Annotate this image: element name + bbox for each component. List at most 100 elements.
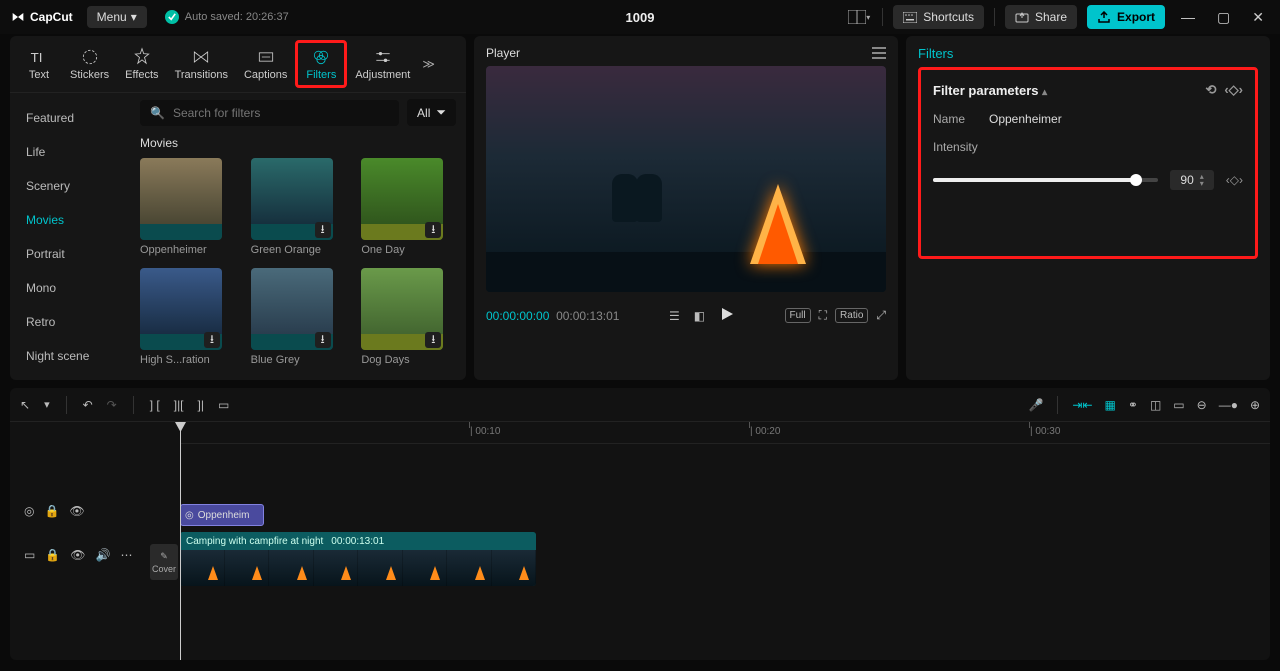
zoom-in-icon[interactable]: ⊕	[1250, 398, 1260, 412]
cat-scenery[interactable]: Scenery	[10, 169, 130, 203]
chevron-down-icon: ▾	[131, 10, 137, 24]
shortcuts-button[interactable]: Shortcuts	[893, 5, 984, 29]
keyframe-nav[interactable]: ‹◇›	[1226, 173, 1243, 187]
search-icon: 🔍	[150, 106, 165, 120]
filter-card[interactable]: ⭳High S...ration	[140, 268, 235, 366]
stepper-icon[interactable]: ▴▾	[1200, 173, 1204, 187]
mute-icon[interactable]: 🔊	[96, 548, 111, 562]
layout-icon[interactable]: ▾	[846, 6, 872, 28]
eye-icon[interactable]: 👁	[70, 548, 85, 562]
compare-icon[interactable]: ◧	[694, 309, 705, 323]
player-title: Player	[486, 46, 520, 60]
tab-filters[interactable]: Filters	[295, 40, 347, 88]
keyframe-nav[interactable]: ‹◇›	[1224, 82, 1243, 98]
cat-portrait[interactable]: Portrait	[10, 237, 130, 271]
player-time: 00:00:00:00 00:00:13:01	[486, 309, 619, 323]
undo-button[interactable]: ↶	[83, 398, 93, 412]
share-button[interactable]: Share	[1005, 5, 1077, 29]
section-movies: Movies	[140, 136, 456, 150]
more-tabs-button[interactable]: ≫	[418, 53, 439, 75]
tab-captions[interactable]: Captions	[236, 43, 295, 85]
lock-icon[interactable]: 🔒	[45, 548, 60, 562]
download-icon[interactable]: ⭳	[425, 332, 441, 348]
link-icon[interactable]: ⚭	[1128, 398, 1138, 412]
close-button[interactable]: ✕	[1246, 7, 1270, 28]
app-logo: CapCut	[10, 9, 73, 25]
filter-card[interactable]: ⭳Green Orange	[251, 158, 346, 256]
delete-button[interactable]: ▭	[218, 398, 229, 412]
timeline-ruler[interactable]: | 00:10 | 00:20 | 00:30	[180, 422, 1270, 444]
download-icon[interactable]: ⭳	[204, 332, 220, 348]
filter-card[interactable]: ⭳Dog Days	[361, 268, 456, 366]
full-button[interactable]: Full	[785, 308, 811, 323]
params-label: Filter parameters	[933, 83, 1039, 98]
filter-track-icon[interactable]: ◎	[24, 504, 34, 518]
tab-effects[interactable]: Effects	[117, 43, 166, 85]
align-icon[interactable]: ◫	[1150, 398, 1161, 412]
share-label: Share	[1035, 10, 1067, 24]
tab-adjustment[interactable]: Adjustment	[347, 43, 418, 85]
search-input-wrap[interactable]: 🔍	[140, 100, 399, 126]
reset-icon[interactable]: ⟲	[1205, 82, 1216, 98]
video-clip[interactable]: Camping with campfire at night 00:00:13:…	[180, 532, 536, 586]
play-button[interactable]	[719, 306, 735, 325]
search-input[interactable]	[173, 106, 389, 120]
intensity-slider[interactable]	[933, 178, 1158, 182]
cursor-menu[interactable]: ▾	[44, 398, 50, 411]
player-menu-icon[interactable]	[872, 47, 886, 59]
trim-left-button[interactable]: ]|[	[174, 398, 184, 412]
download-icon[interactable]: ⭳	[315, 222, 331, 238]
trim-right-button[interactable]: ]|	[198, 398, 204, 412]
filter-clip[interactable]: ◎ Oppenheim	[180, 504, 264, 526]
maximize-button[interactable]: ▢	[1211, 7, 1236, 28]
tab-transitions[interactable]: Transitions	[167, 43, 236, 85]
lock-icon[interactable]: 🔒	[44, 504, 59, 518]
check-icon	[165, 10, 179, 24]
filter-card[interactable]: Oppenheimer	[140, 158, 235, 256]
shortcuts-label: Shortcuts	[923, 10, 974, 24]
cat-movies[interactable]: Movies	[10, 203, 130, 237]
expand-icon[interactable]: ⤢	[876, 308, 886, 323]
magnet-icon[interactable]: ▦	[1105, 398, 1116, 412]
export-button[interactable]: Export	[1087, 5, 1165, 29]
crop-icon[interactable]: ⛶	[819, 308, 827, 323]
split-button[interactable]: ] [	[150, 398, 160, 412]
filter-card[interactable]: ⭳Blue Grey	[251, 268, 346, 366]
cat-retro[interactable]: Retro	[10, 305, 130, 339]
download-icon[interactable]: ⭳	[315, 332, 331, 348]
intensity-label: Intensity	[933, 140, 978, 154]
playhead[interactable]	[180, 422, 181, 660]
ratio-button[interactable]: Ratio	[835, 308, 868, 323]
list-icon[interactable]: ☰	[669, 309, 680, 323]
cat-life[interactable]: Life	[10, 135, 130, 169]
tab-stickers[interactable]: Stickers	[62, 43, 117, 85]
video-track-icon[interactable]: ▭	[24, 548, 35, 562]
video-preview[interactable]	[486, 66, 886, 292]
zoom-out-icon[interactable]: ⊖	[1197, 398, 1207, 412]
player-panel: Player 00:00:00:00 00:00:13:01 ☰ ◧ Full …	[474, 36, 898, 380]
cat-night[interactable]: Night scene	[10, 339, 130, 373]
funnel-icon: ⏷	[436, 105, 446, 120]
zoom-slider[interactable]: —●	[1219, 398, 1238, 412]
filter-card[interactable]: ⭳One Day	[361, 158, 456, 256]
download-icon[interactable]: ⭳	[425, 222, 441, 238]
cat-featured[interactable]: Featured	[10, 101, 130, 135]
more-icon[interactable]: ⋯	[120, 548, 132, 562]
menu-button[interactable]: Menu ▾	[87, 6, 147, 28]
preview-icon[interactable]: ▭	[1173, 398, 1184, 412]
snap-icon[interactable]: ⇥⇤	[1072, 398, 1092, 412]
category-list: Featured Life Scenery Movies Portrait Mo…	[10, 93, 130, 380]
filter-all-button[interactable]: All ⏷	[407, 99, 456, 126]
cursor-tool[interactable]: ↖	[20, 398, 30, 412]
redo-button[interactable]: ↷	[107, 398, 117, 412]
filter-parameters: Filter parameters ▴ ⟲ ‹◇› Name Oppenheim…	[918, 67, 1258, 259]
mic-icon[interactable]: 🎤	[1028, 398, 1043, 412]
eye-icon[interactable]: 👁	[69, 504, 84, 518]
cat-mono[interactable]: Mono	[10, 271, 130, 305]
menu-label: Menu	[97, 10, 127, 24]
intensity-input[interactable]: 90 ▴▾	[1170, 170, 1213, 190]
minimize-button[interactable]: —	[1175, 7, 1201, 27]
name-value: Oppenheimer	[989, 112, 1062, 126]
cover-button[interactable]: ✎ Cover	[150, 544, 178, 580]
tab-text[interactable]: TIText	[16, 43, 62, 85]
